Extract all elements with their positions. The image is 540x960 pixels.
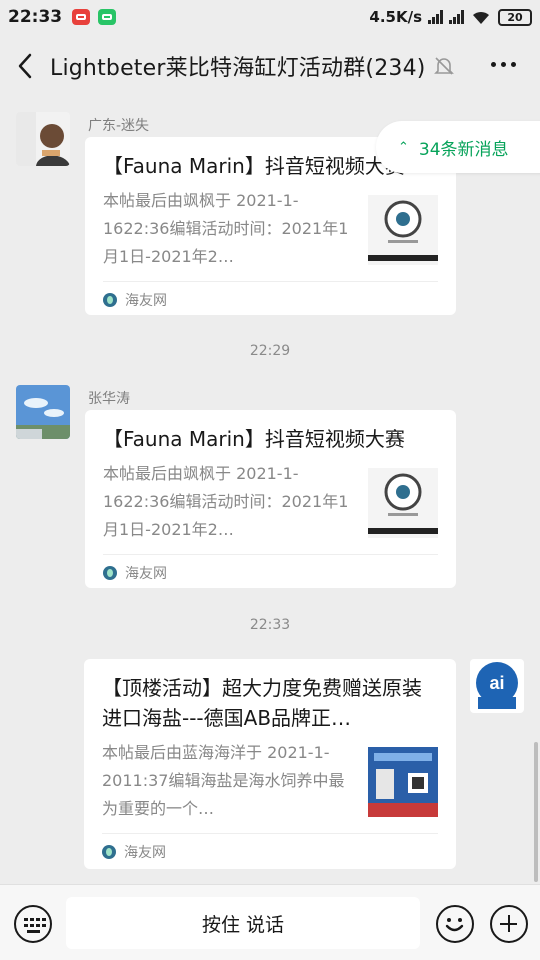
avatar[interactable]: ai [470,659,524,713]
site-logo-icon [103,292,117,307]
hold-to-talk-button[interactable]: 按住 说话 [66,897,420,949]
card-thumbnail [368,468,438,538]
signal-hd-icon [449,10,464,24]
status-indicators: 4.5K/s 20 [369,8,532,26]
card-thumbnail [368,195,438,265]
card-description: 本帖最后由飒枫于 2021-1-1622:36编辑活动时间：2021年1月1日-… [103,191,349,266]
card-source: 海友网 [102,833,438,869]
new-messages-button[interactable]: ⌃ 34条新消息 [376,121,540,173]
site-logo-icon [102,844,116,859]
timestamp: 22:29 [249,343,291,359]
card-source-name: 海友网 [125,292,167,309]
card-description: 本帖最后由蓝海海洋于 2021-1-2011:37编辑海盐是海水饲养中最为重要的… [102,743,345,818]
wifi-icon [473,11,489,24]
new-messages-label: 34条新消息 [418,139,509,160]
card-title: 【顶楼活动】超大力度免费赠送原装进口海盐---德国AB品牌正… [102,676,422,730]
keyboard-icon[interactable] [14,905,52,943]
green-app-icon [98,9,117,25]
battery-level: 20 [507,10,523,24]
status-time: 22:33 [8,7,63,27]
svg-text:ai: ai [489,673,504,693]
plus-icon[interactable] [490,905,528,943]
timestamp: 22:33 [249,617,291,633]
status-bar: 22:33 4.5K/s 20 [0,0,540,34]
red-app-icon [72,9,91,25]
link-card[interactable]: 【顶楼活动】超大力度免费赠送原装进口海盐---德国AB品牌正… 本帖最后由蓝海海… [84,659,456,869]
scrollbar[interactable] [534,742,538,882]
bell-muted-icon [433,57,454,75]
avatar[interactable] [16,112,70,166]
emoji-icon[interactable] [436,905,474,943]
more-dots-icon[interactable] [491,62,516,67]
card-thumbnail [368,747,438,817]
back-arrow-icon[interactable] [0,34,50,98]
site-logo-icon [103,565,117,580]
sender-name: 张华涛 [88,391,130,407]
card-source: 海友网 [103,554,438,590]
chat-title[interactable]: Lightbeter莱比特海缸灯活动群(234) [50,50,426,82]
double-chevron-up-icon: ⌃ [398,139,409,155]
link-card[interactable]: 【Fauna Marin】抖音短视频大赛 本帖最后由飒枫于 2021-1-162… [85,410,456,588]
card-description: 本帖最后由飒枫于 2021-1-1622:36编辑活动时间：2021年1月1日-… [103,464,349,539]
avatar[interactable] [16,385,70,439]
chat-header: Lightbeter莱比特海缸灯活动群(234) [0,34,540,98]
signal-hd-icon [428,10,443,24]
sender-name: 广东-迷失 [88,118,150,134]
card-source-name: 海友网 [124,844,166,861]
input-bar: 按住 说话 [0,884,540,960]
battery-icon: 20 [498,8,532,26]
card-source-name: 海友网 [125,565,167,582]
network-speed: 4.5K/s [369,8,422,26]
card-source: 海友网 [103,281,438,317]
card-title: 【Fauna Marin】抖音短视频大赛 [103,427,405,451]
